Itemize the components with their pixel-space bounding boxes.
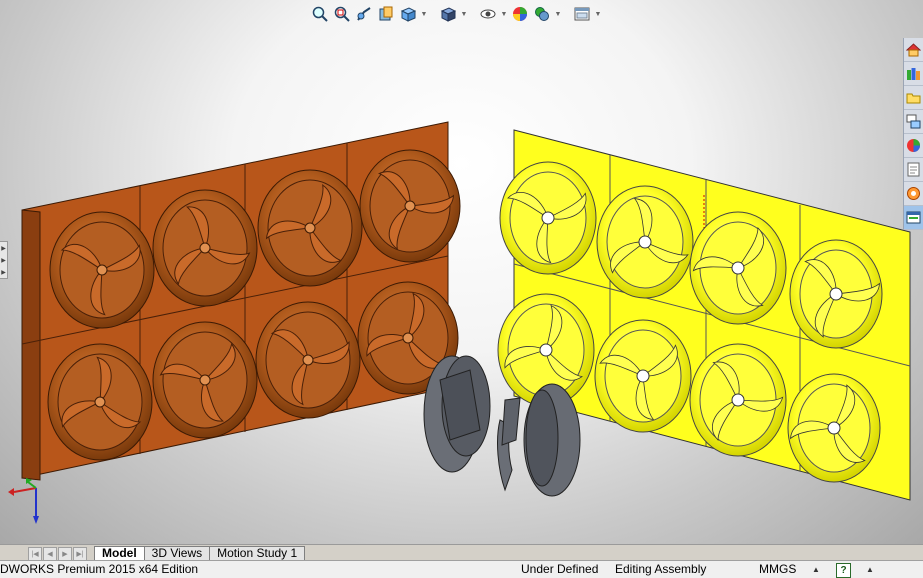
tab-3d-views[interactable]: 3D Views [143, 546, 211, 560]
next-tab-icon[interactable]: ▶ [58, 547, 72, 561]
file-explorer-icon[interactable] [904, 86, 923, 110]
zoom-to-area-icon[interactable] [332, 4, 352, 24]
first-tab-icon[interactable]: |◀ [28, 547, 42, 561]
chevron-down-icon[interactable]: ▼ [554, 4, 562, 24]
solidworks-resources-icon[interactable] [904, 38, 923, 62]
product-name: DWORKS Premium 2015 x64 Edition [0, 562, 199, 576]
chevron-down-icon[interactable]: ▼ [500, 4, 508, 24]
edit-appearance-icon[interactable] [510, 4, 530, 24]
help-icon[interactable]: ? [836, 563, 851, 578]
graphics-area[interactable]: ▼ ▼ ▼ ▼ ▼ ▶ ▶ ▶ [0, 0, 923, 544]
chevron-down-icon[interactable]: ▼ [594, 4, 602, 24]
unit-menu-arrow-icon[interactable]: ▲ [812, 561, 820, 578]
chevron-right-icon: ▶ [1, 245, 6, 252]
definition-state: Under Defined [521, 562, 599, 576]
unit-system[interactable]: MMGS [759, 561, 796, 578]
design-library-icon[interactable] [904, 62, 923, 86]
assembly-model[interactable] [0, 0, 923, 544]
heads-up-view-toolbar: ▼ ▼ ▼ ▼ ▼ [310, 3, 602, 25]
solidworks-forum-icon[interactable] [904, 182, 923, 206]
apply-scene-icon[interactable] [532, 4, 552, 24]
zoom-to-fit-icon[interactable] [310, 4, 330, 24]
tab-scroll-arrows: |◀ ◀ ▶ ▶| [28, 547, 88, 561]
tab-model[interactable]: Model [94, 546, 145, 560]
task-pane-tabs [903, 38, 923, 230]
appearances-scenes-icon[interactable] [904, 134, 923, 158]
status-menu-arrow-icon[interactable]: ▲ [866, 561, 874, 578]
view-settings-icon[interactable] [572, 4, 592, 24]
editing-mode: Editing Assembly [615, 562, 707, 576]
custom-properties-icon[interactable] [904, 158, 923, 182]
previous-tab-icon[interactable]: ◀ [43, 547, 57, 561]
section-view-icon[interactable] [376, 4, 396, 24]
feature-manager-expand-handle[interactable]: ▶ ▶ ▶ [0, 241, 8, 279]
orange-fan-array[interactable] [21, 121, 461, 481]
previous-view-icon[interactable] [354, 4, 374, 24]
property-manager-icon[interactable] [904, 206, 923, 230]
model-tab-bar: |◀ ◀ ▶ ▶| Model 3D Views Motion Study 1 [0, 544, 923, 561]
axis-triad-icon [8, 478, 39, 524]
tab-motion-study-1[interactable]: Motion Study 1 [209, 546, 306, 560]
view-orientation-icon[interactable] [398, 4, 418, 24]
chevron-right-icon: ▶ [1, 257, 6, 264]
reference-triad [6, 470, 46, 529]
display-style-icon[interactable] [438, 4, 458, 24]
last-tab-icon[interactable]: ▶| [73, 547, 87, 561]
chevron-right-icon: ▶ [1, 269, 6, 276]
chevron-down-icon[interactable]: ▼ [420, 4, 428, 24]
view-palette-icon[interactable] [904, 110, 923, 134]
chevron-down-icon[interactable]: ▼ [460, 4, 468, 24]
hide-show-items-icon[interactable] [478, 4, 498, 24]
status-bar: DWORKS Premium 2015 x64 Edition Under De… [0, 560, 923, 578]
